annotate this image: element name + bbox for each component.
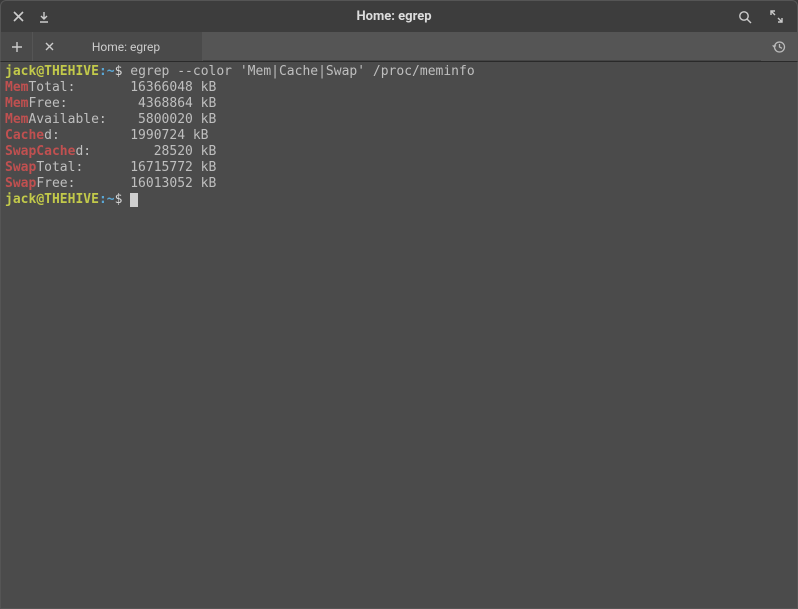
titlebar-left — [1, 11, 50, 23]
prompt-dollar: $ — [115, 192, 123, 207]
tab-home-egrep[interactable]: Home: egrep — [33, 32, 203, 61]
prompt-host: THEHIVE — [44, 192, 99, 207]
output-text: d: 1990724 kB — [44, 128, 208, 143]
prompt-host: THEHIVE — [44, 64, 99, 79]
output-text: Free: 4368864 kB — [28, 96, 216, 111]
titlebar-right — [738, 10, 797, 24]
cursor — [130, 193, 138, 207]
prompt-user: jack — [5, 64, 36, 79]
match-highlight: Swap — [5, 160, 36, 175]
output-text: Total: 16715772 kB — [36, 160, 216, 175]
prompt-dollar: $ — [115, 64, 123, 79]
new-tab-button[interactable] — [1, 32, 33, 61]
match-highlight: Cache — [5, 128, 44, 143]
prompt-path: :~ — [99, 64, 115, 79]
command-pattern: 'Mem|Cache|Swap' — [240, 64, 365, 79]
command-name: egrep — [130, 64, 169, 79]
close-window-icon[interactable] — [13, 11, 24, 22]
prompt-user: jack — [5, 192, 36, 207]
fullscreen-icon[interactable] — [770, 10, 783, 23]
match-highlight: Mem — [5, 80, 28, 95]
prompt-at: @ — [36, 192, 44, 207]
output-text: d: 28520 kB — [75, 144, 216, 159]
window-title: Home: egrep — [50, 9, 738, 24]
prompt-at: @ — [36, 64, 44, 79]
match-highlight: SwapCache — [5, 144, 75, 159]
match-highlight: Mem — [5, 96, 28, 111]
output-text: Available: 5800020 kB — [28, 112, 216, 127]
titlebar: Home: egrep — [0, 0, 798, 32]
tabbar-filler — [203, 32, 761, 61]
download-icon[interactable] — [38, 11, 50, 23]
command-file: /proc/meminfo — [373, 64, 475, 79]
prompt-path: :~ — [99, 192, 115, 207]
search-icon[interactable] — [738, 10, 752, 24]
terminal-area[interactable]: jack@THEHIVE:~$ egrep --color 'Mem|Cache… — [0, 62, 798, 609]
match-highlight: Swap — [5, 176, 36, 191]
history-icon[interactable] — [761, 32, 797, 61]
output-text: Total: 16366048 kB — [28, 80, 216, 95]
tab-close-icon[interactable] — [45, 42, 54, 51]
command-arg-color: --color — [177, 64, 232, 79]
tabbar: Home: egrep — [0, 32, 798, 62]
match-highlight: Mem — [5, 112, 28, 127]
output-text: Free: 16013052 kB — [36, 176, 216, 191]
tab-label: Home: egrep — [62, 40, 190, 54]
